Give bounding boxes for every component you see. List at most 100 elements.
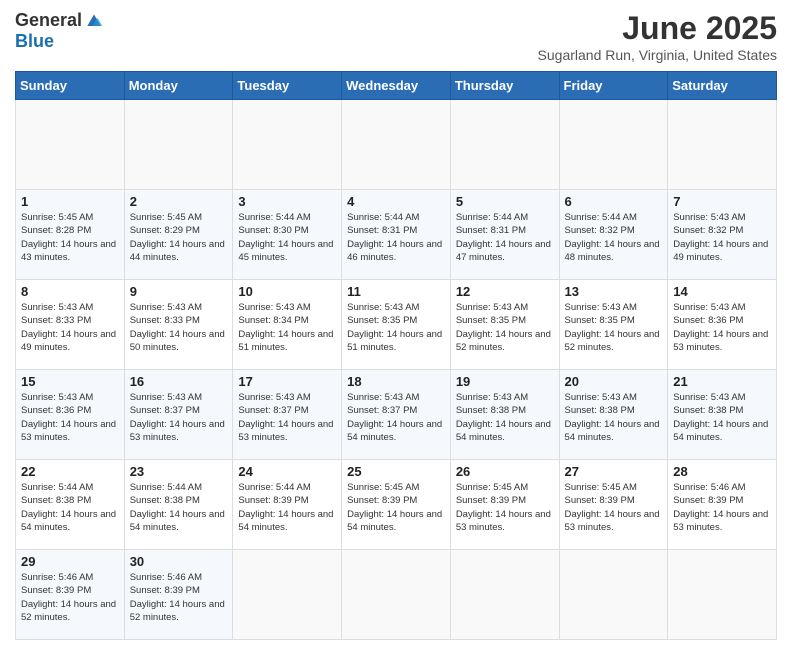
calendar-cell: 16 Sunrise: 5:43 AM Sunset: 8:37 PM Dayl…	[124, 370, 233, 460]
day-number: 16	[130, 374, 228, 389]
calendar-cell: 1 Sunrise: 5:45 AM Sunset: 8:28 PM Dayli…	[16, 190, 125, 280]
logo-icon	[84, 11, 104, 31]
day-number: 18	[347, 374, 445, 389]
calendar-cell: 21 Sunrise: 5:43 AM Sunset: 8:38 PM Dayl…	[668, 370, 777, 460]
day-number: 20	[565, 374, 663, 389]
day-number: 19	[456, 374, 554, 389]
day-detail: Sunrise: 5:46 AM Sunset: 8:39 PM Dayligh…	[673, 481, 771, 534]
calendar-cell: 8 Sunrise: 5:43 AM Sunset: 8:33 PM Dayli…	[16, 280, 125, 370]
day-number: 4	[347, 194, 445, 209]
day-number: 6	[565, 194, 663, 209]
calendar-cell: 3 Sunrise: 5:44 AM Sunset: 8:30 PM Dayli…	[233, 190, 342, 280]
day-detail: Sunrise: 5:43 AM Sunset: 8:33 PM Dayligh…	[130, 301, 228, 354]
day-detail: Sunrise: 5:45 AM Sunset: 8:39 PM Dayligh…	[565, 481, 663, 534]
day-number: 12	[456, 284, 554, 299]
calendar-cell	[342, 550, 451, 640]
day-detail: Sunrise: 5:43 AM Sunset: 8:37 PM Dayligh…	[238, 391, 336, 444]
month-title: June 2025	[538, 10, 777, 47]
calendar-cell: 19 Sunrise: 5:43 AM Sunset: 8:38 PM Dayl…	[450, 370, 559, 460]
day-detail: Sunrise: 5:44 AM Sunset: 8:39 PM Dayligh…	[238, 481, 336, 534]
calendar-cell: 23 Sunrise: 5:44 AM Sunset: 8:38 PM Dayl…	[124, 460, 233, 550]
title-area: June 2025 Sugarland Run, Virginia, Unite…	[538, 10, 777, 63]
calendar-cell	[233, 100, 342, 190]
calendar-header-row: SundayMondayTuesdayWednesdayThursdayFrid…	[16, 72, 777, 100]
location-title: Sugarland Run, Virginia, United States	[538, 47, 777, 63]
calendar-cell: 15 Sunrise: 5:43 AM Sunset: 8:36 PM Dayl…	[16, 370, 125, 460]
calendar-table: SundayMondayTuesdayWednesdayThursdayFrid…	[15, 71, 777, 640]
day-number: 1	[21, 194, 119, 209]
day-header-sunday: Sunday	[16, 72, 125, 100]
day-detail: Sunrise: 5:45 AM Sunset: 8:29 PM Dayligh…	[130, 211, 228, 264]
calendar-cell: 22 Sunrise: 5:44 AM Sunset: 8:38 PM Dayl…	[16, 460, 125, 550]
day-number: 24	[238, 464, 336, 479]
calendar-cell	[559, 100, 668, 190]
calendar-cell: 6 Sunrise: 5:44 AM Sunset: 8:32 PM Dayli…	[559, 190, 668, 280]
calendar-cell: 28 Sunrise: 5:46 AM Sunset: 8:39 PM Dayl…	[668, 460, 777, 550]
day-number: 15	[21, 374, 119, 389]
logo-general-text: General	[15, 10, 82, 31]
day-number: 5	[456, 194, 554, 209]
day-number: 21	[673, 374, 771, 389]
calendar-cell	[342, 100, 451, 190]
day-number: 30	[130, 554, 228, 569]
week-row-5: 29 Sunrise: 5:46 AM Sunset: 8:39 PM Dayl…	[16, 550, 777, 640]
header: General Blue June 2025 Sugarland Run, Vi…	[15, 10, 777, 63]
day-number: 22	[21, 464, 119, 479]
week-row-3: 15 Sunrise: 5:43 AM Sunset: 8:36 PM Dayl…	[16, 370, 777, 460]
day-header-tuesday: Tuesday	[233, 72, 342, 100]
day-detail: Sunrise: 5:45 AM Sunset: 8:39 PM Dayligh…	[347, 481, 445, 534]
day-detail: Sunrise: 5:45 AM Sunset: 8:28 PM Dayligh…	[21, 211, 119, 264]
day-detail: Sunrise: 5:46 AM Sunset: 8:39 PM Dayligh…	[21, 571, 119, 624]
calendar-cell: 13 Sunrise: 5:43 AM Sunset: 8:35 PM Dayl…	[559, 280, 668, 370]
calendar-cell: 18 Sunrise: 5:43 AM Sunset: 8:37 PM Dayl…	[342, 370, 451, 460]
week-row-2: 8 Sunrise: 5:43 AM Sunset: 8:33 PM Dayli…	[16, 280, 777, 370]
calendar-cell: 7 Sunrise: 5:43 AM Sunset: 8:32 PM Dayli…	[668, 190, 777, 280]
day-number: 29	[21, 554, 119, 569]
calendar-cell: 4 Sunrise: 5:44 AM Sunset: 8:31 PM Dayli…	[342, 190, 451, 280]
day-detail: Sunrise: 5:43 AM Sunset: 8:35 PM Dayligh…	[565, 301, 663, 354]
calendar-cell: 29 Sunrise: 5:46 AM Sunset: 8:39 PM Dayl…	[16, 550, 125, 640]
day-detail: Sunrise: 5:45 AM Sunset: 8:39 PM Dayligh…	[456, 481, 554, 534]
day-number: 27	[565, 464, 663, 479]
day-detail: Sunrise: 5:43 AM Sunset: 8:33 PM Dayligh…	[21, 301, 119, 354]
day-number: 8	[21, 284, 119, 299]
day-detail: Sunrise: 5:44 AM Sunset: 8:32 PM Dayligh…	[565, 211, 663, 264]
day-detail: Sunrise: 5:44 AM Sunset: 8:38 PM Dayligh…	[130, 481, 228, 534]
day-number: 3	[238, 194, 336, 209]
logo-blue-text: Blue	[15, 31, 54, 52]
day-number: 7	[673, 194, 771, 209]
day-header-monday: Monday	[124, 72, 233, 100]
day-detail: Sunrise: 5:44 AM Sunset: 8:31 PM Dayligh…	[456, 211, 554, 264]
day-detail: Sunrise: 5:44 AM Sunset: 8:38 PM Dayligh…	[21, 481, 119, 534]
day-number: 23	[130, 464, 228, 479]
calendar-cell	[668, 100, 777, 190]
calendar-cell: 26 Sunrise: 5:45 AM Sunset: 8:39 PM Dayl…	[450, 460, 559, 550]
calendar-cell: 11 Sunrise: 5:43 AM Sunset: 8:35 PM Dayl…	[342, 280, 451, 370]
calendar-cell: 10 Sunrise: 5:43 AM Sunset: 8:34 PM Dayl…	[233, 280, 342, 370]
calendar-cell: 25 Sunrise: 5:45 AM Sunset: 8:39 PM Dayl…	[342, 460, 451, 550]
day-number: 9	[130, 284, 228, 299]
day-number: 13	[565, 284, 663, 299]
day-header-friday: Friday	[559, 72, 668, 100]
day-detail: Sunrise: 5:43 AM Sunset: 8:37 PM Dayligh…	[130, 391, 228, 444]
day-number: 2	[130, 194, 228, 209]
day-detail: Sunrise: 5:43 AM Sunset: 8:35 PM Dayligh…	[347, 301, 445, 354]
day-number: 26	[456, 464, 554, 479]
day-detail: Sunrise: 5:43 AM Sunset: 8:34 PM Dayligh…	[238, 301, 336, 354]
calendar-cell: 24 Sunrise: 5:44 AM Sunset: 8:39 PM Dayl…	[233, 460, 342, 550]
day-detail: Sunrise: 5:43 AM Sunset: 8:36 PM Dayligh…	[21, 391, 119, 444]
day-detail: Sunrise: 5:43 AM Sunset: 8:38 PM Dayligh…	[673, 391, 771, 444]
day-number: 17	[238, 374, 336, 389]
calendar-cell: 5 Sunrise: 5:44 AM Sunset: 8:31 PM Dayli…	[450, 190, 559, 280]
calendar-cell	[559, 550, 668, 640]
day-detail: Sunrise: 5:43 AM Sunset: 8:38 PM Dayligh…	[565, 391, 663, 444]
day-detail: Sunrise: 5:44 AM Sunset: 8:31 PM Dayligh…	[347, 211, 445, 264]
week-row-1: 1 Sunrise: 5:45 AM Sunset: 8:28 PM Dayli…	[16, 190, 777, 280]
calendar-cell: 30 Sunrise: 5:46 AM Sunset: 8:39 PM Dayl…	[124, 550, 233, 640]
day-detail: Sunrise: 5:43 AM Sunset: 8:36 PM Dayligh…	[673, 301, 771, 354]
calendar-cell: 27 Sunrise: 5:45 AM Sunset: 8:39 PM Dayl…	[559, 460, 668, 550]
day-number: 25	[347, 464, 445, 479]
logo: General Blue	[15, 10, 104, 52]
week-row-4: 22 Sunrise: 5:44 AM Sunset: 8:38 PM Dayl…	[16, 460, 777, 550]
calendar-cell: 14 Sunrise: 5:43 AM Sunset: 8:36 PM Dayl…	[668, 280, 777, 370]
